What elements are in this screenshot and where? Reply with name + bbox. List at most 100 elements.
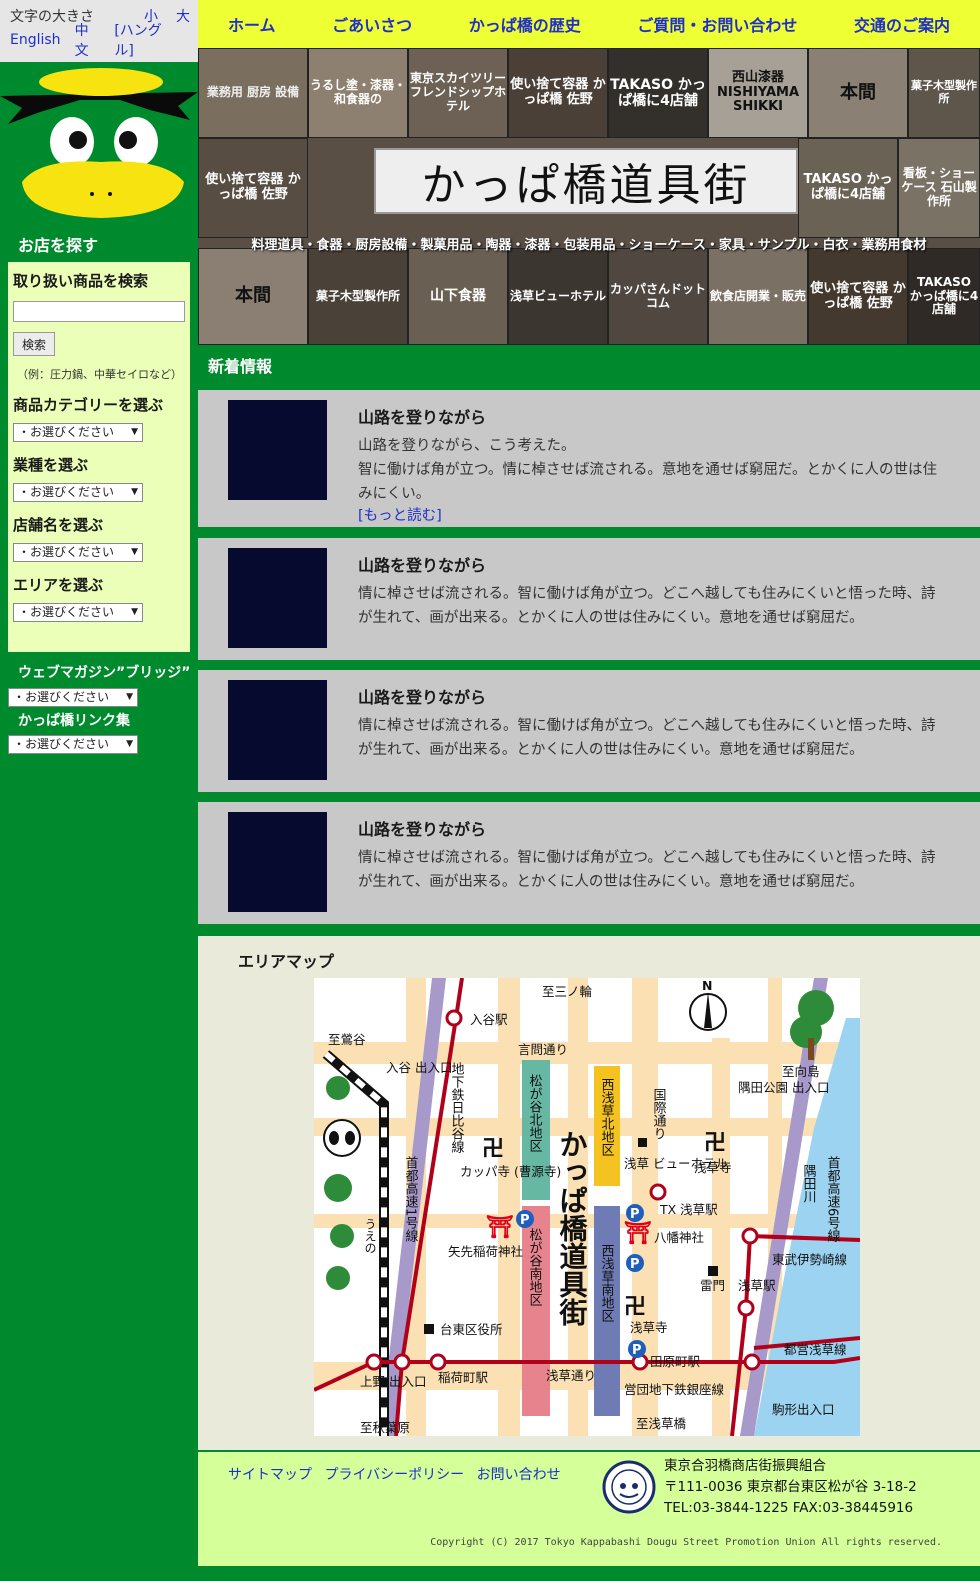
news-item-title[interactable]: 山路を登りながら (358, 552, 940, 576)
org-name: 東京合羽橋商店街振興組合 (664, 1458, 826, 1474)
map-label: 浅草寺 (630, 1320, 668, 1335)
hero-sign: 飲食店開業・販売 (708, 248, 808, 345)
news-item-title[interactable]: 山路を登りながら (358, 816, 940, 840)
shop-name-select[interactable]: ・お選びください ▼ (13, 543, 143, 562)
nav-access[interactable]: 交通のご案内 (854, 12, 950, 36)
web-magazine-select[interactable]: ・お選びください ▼ (8, 688, 138, 707)
web-magazine-heading: ウェブマガジン”ブリッジ” (18, 665, 191, 681)
sitemap-link[interactable]: サイトマップ (228, 1467, 312, 1483)
map-label: 首都高速1号線 (403, 1156, 419, 1243)
lang-english-link[interactable]: English (10, 32, 61, 48)
contact-link[interactable]: お問い合わせ (477, 1467, 561, 1483)
news-thumbnail[interactable] (228, 400, 327, 500)
map-label: 言問通り (518, 1042, 568, 1057)
map-label: TX 浅草駅 (659, 1202, 718, 1217)
hero-sign: 西山漆器 NISHIYAMA SHIKKI (708, 48, 808, 138)
map-label: 駒形出入口 (772, 1402, 835, 1417)
map-label: 至鶯谷 (328, 1032, 366, 1047)
shop-name-select-value: ・お選びください (18, 545, 115, 559)
area-map[interactable]: 卍卍卍 ⛩ ⛩ P P P P 至三ノ輪 入谷駅 至鶯谷 言問通り 入谷 出入口 … (314, 978, 860, 1436)
news-item-body: 山路を登りながら、こう考えた。 (358, 438, 576, 454)
sidebar: 文字の大きさ 小 大 English 中文 [ハングル] お店を探す 取り扱い商… (0, 0, 198, 1581)
map-label: 上野 出入口 (360, 1374, 426, 1389)
kappa-mascot-logo[interactable] (0, 66, 198, 222)
hero-sign: 菓子木型製作所 (308, 248, 408, 345)
map-label: 浅草通り (546, 1368, 596, 1383)
nav-greeting[interactable]: ごあいさつ (332, 12, 412, 36)
svg-text:⛩: ⛩ (624, 1221, 652, 1246)
map-label: 浅草寺 (694, 1160, 732, 1175)
map-label: 松が谷北地区 (527, 1074, 543, 1152)
map-label: 雷門 (700, 1278, 725, 1293)
map-label: 稲荷町駅 (438, 1370, 489, 1385)
hero-sign: 東京スカイツリー フレンドシップホテル (408, 48, 508, 138)
nav-home[interactable]: ホーム (228, 12, 276, 36)
chevron-down-icon: ▼ (131, 547, 138, 557)
privacy-policy-link[interactable]: プライバシーポリシー (324, 1467, 464, 1483)
map-label: 都営浅草線 (784, 1342, 847, 1357)
web-magazine-select-value: ・お選びください (13, 690, 110, 704)
chevron-down-icon: ▼ (126, 739, 133, 749)
product-search-heading: 取り扱い商品を検索 (13, 272, 149, 290)
svg-text:P: P (630, 1207, 640, 1222)
area-map-section: エリアマップ 卍 卍 卍 ⛩ ⛩ P P P P 至三ノ輪 入谷駅 至鶯谷 言問… (198, 936, 980, 1450)
category-heading: 商品カテゴリーを選ぶ (13, 396, 164, 414)
svg-text:卍: 卍 (704, 1131, 726, 1156)
hero-sign: 本間 (808, 48, 908, 138)
map-label: N (702, 978, 712, 993)
news-item: 山路を登りながら 情に棹させば流される。智に働けば角が立つ。どこへ越しても住みに… (198, 670, 980, 792)
news-item-title[interactable]: 山路を登りながら (358, 404, 940, 428)
hero-sign: うるし塗・漆器・和食器の (308, 48, 408, 138)
shop-search-panel: 取り扱い商品を検索 検索 （例：圧力鍋、中華セイロなど） 商品カテゴリーを選ぶ … (8, 262, 190, 652)
search-button[interactable]: 検索 (13, 332, 55, 356)
map-label: 松が谷南地区 (527, 1228, 543, 1306)
read-more-link[interactable]: [もっと読む] (358, 506, 940, 526)
area-select-value: ・お選びください (18, 605, 115, 619)
global-nav: ホーム ごあいさつ かっぱ橋の歴史 ご質問・お問い合わせ 交通のご案内 (198, 0, 980, 48)
news-header: 新着情報 (198, 345, 980, 387)
hero-sign: 本間 (198, 248, 308, 345)
kappabashi-seal-logo (602, 1460, 656, 1514)
nav-history[interactable]: かっぱ橋の歴史 (469, 12, 581, 36)
news-item-title[interactable]: 山路を登りながら (358, 684, 940, 708)
map-label: 営団地下鉄銀座線 (624, 1382, 725, 1397)
font-size-label: 文字の大きさ (10, 9, 94, 25)
map-label: 入谷 出入口 (386, 1060, 452, 1075)
hero-sign: TAKASO かっぱ橋に4店舗 (908, 248, 980, 345)
footer-org-info: 東京合羽橋商店街振興組合 〒111-0036 東京都台東区松が谷 3-18-2 … (664, 1456, 917, 1519)
link-collection-select[interactable]: ・お選びください ▼ (8, 735, 138, 754)
map-label: 至秋葉原 (360, 1420, 410, 1435)
map-label: カッパ寺 (曹源寺) (460, 1164, 561, 1179)
product-search-input[interactable] (13, 301, 185, 322)
chevron-down-icon: ▼ (131, 427, 138, 437)
news-item-body: 智に働けば角が立つ。情に棹させば流される。意地を通せば窮屈だ。とかくに人の世は住… (358, 462, 937, 502)
industry-select[interactable]: ・お選びください ▼ (13, 483, 143, 502)
map-label: 隅田公園 出入口 (738, 1080, 829, 1095)
news-thumbnail[interactable] (228, 548, 327, 648)
map-title-label: かっぱ橋道具街 (556, 1130, 589, 1326)
map-label: 西浅草北地区 (599, 1078, 615, 1156)
lang-korean-link[interactable]: [ハングル] (114, 20, 176, 60)
hero-title: かっぱ橋道具街 (374, 148, 798, 214)
industry-select-value: ・お選びください (18, 485, 115, 499)
category-select[interactable]: ・お選びください ▼ (13, 423, 143, 442)
org-phone: TEL:03-3844-1225 FAX:03-38445916 (664, 1500, 914, 1516)
svg-text:卍: 卍 (482, 1137, 504, 1162)
map-label: 国際通り (651, 1088, 667, 1140)
news-item: 山路を登りながら 情に棹させば流される。智に働けば角が立つ。どこへ越しても住みに… (198, 802, 980, 924)
hero-subtitle: 料理道具・食器・厨房設備・製菓用品・陶器・漆器・包装用品・ショーケース・家具・サ… (251, 238, 927, 253)
nav-contact[interactable]: ご質問・お問い合わせ (637, 12, 797, 36)
hero-sign: 使い捨て容器 かっぱ橋 佐野 (198, 138, 308, 238)
news-title: 新着情報 (208, 357, 273, 376)
area-select[interactable]: ・お選びください ▼ (13, 603, 143, 622)
hero-sign: 業務用 厨房 設備 (198, 48, 308, 138)
chevron-down-icon: ▼ (131, 487, 138, 497)
lang-chinese-link[interactable]: 中文 (75, 20, 101, 60)
news-thumbnail[interactable] (228, 680, 327, 780)
map-label: 隅田川 (801, 1164, 817, 1203)
font-large-link[interactable]: 大 (176, 6, 190, 26)
news-thumbnail[interactable] (228, 812, 327, 912)
map-label: うえの (363, 1218, 377, 1254)
area-heading: エリアを選ぶ (13, 576, 104, 594)
map-label: 田原町駅 (650, 1354, 701, 1369)
